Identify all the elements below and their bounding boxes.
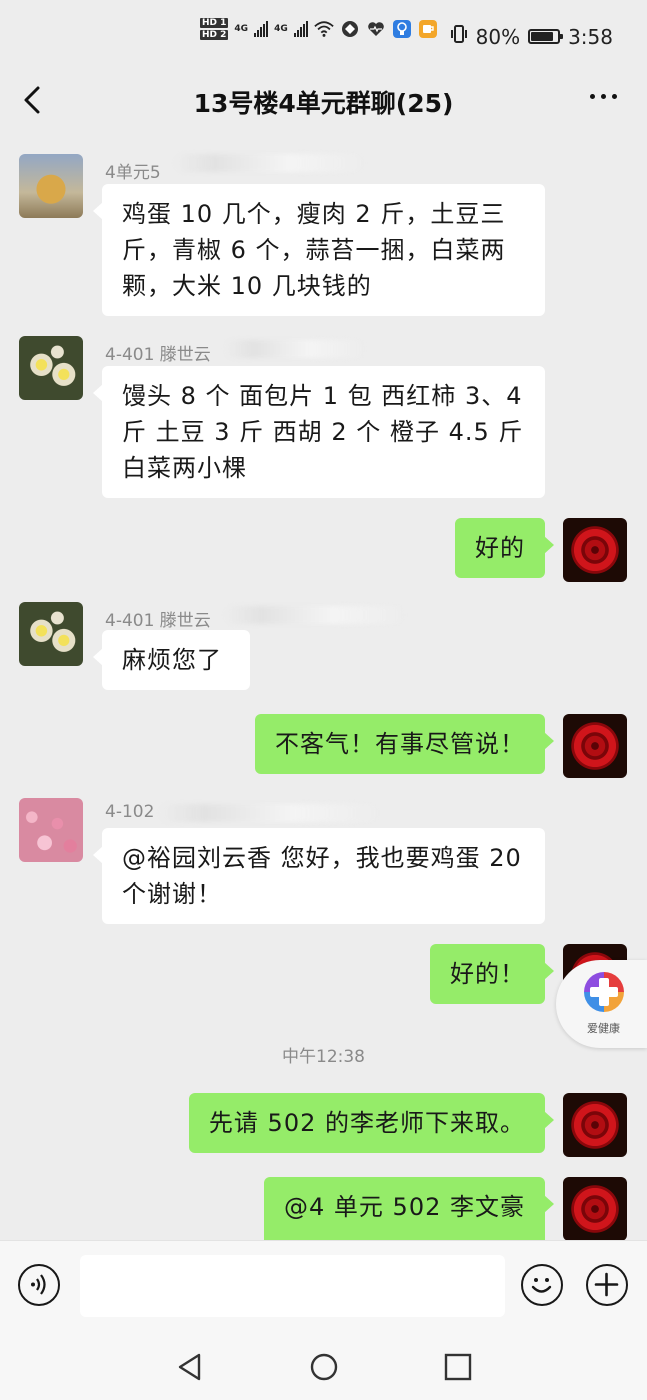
network-2-label: 4G <box>274 24 288 34</box>
sender-name: 4单元5 <box>105 163 161 183</box>
message-bubble[interactable]: 不客气！有事尽管说！ <box>255 714 554 774</box>
signal-2-icon <box>293 21 308 37</box>
nav-recents-icon <box>444 1353 472 1381</box>
nav-home-button[interactable] <box>309 1352 339 1382</box>
voice-button[interactable] <box>18 1264 60 1306</box>
more-dots-icon[interactable] <box>590 94 617 99</box>
hd-indicator: HD 1 HD 2 <box>200 18 229 40</box>
blurred-name <box>225 340 365 358</box>
clock: 3:58 <box>568 24 613 49</box>
avatar[interactable] <box>19 798 83 862</box>
hd2-label: HD 2 <box>200 30 229 40</box>
nav-back-button[interactable] <box>175 1352 205 1382</box>
message-input[interactable] <box>80 1255 505 1317</box>
message-bubble[interactable]: 麻烦您了 <box>93 630 250 690</box>
wifi-icon <box>314 19 334 39</box>
health-floating-button[interactable]: 爱健康 <box>556 960 647 1048</box>
status-bar: HD 1 HD 2 4G 4G 80% 3:58 <box>0 0 647 70</box>
avatar[interactable] <box>19 154 83 218</box>
message-bubble[interactable]: 好的 <box>455 518 554 578</box>
hd1-label: HD 1 <box>200 18 229 28</box>
app-notification-icon <box>340 19 360 39</box>
plus-icon <box>594 1272 619 1297</box>
message-bubble[interactable]: 鸡蛋 10 几个，瘦肉 2 斤，土豆三斤，青椒 6 个，蒜苔一捆，白菜两颗，大米… <box>93 184 545 316</box>
emoji-button[interactable] <box>521 1264 563 1306</box>
emoji-icon <box>531 1278 552 1293</box>
nav-recents-button[interactable] <box>443 1352 473 1382</box>
message-bubble[interactable]: @裕园刘云香 您好，我也要鸡蛋 20 个谢谢！ <box>93 828 545 924</box>
nav-back-icon <box>178 1353 201 1381</box>
blurred-name <box>160 804 380 822</box>
avatar[interactable] <box>563 1093 627 1157</box>
message-bubble[interactable]: 先请 502 的李老师下来取。 <box>188 1093 555 1153</box>
heart-icon <box>366 19 386 39</box>
sender-name: 4-401 滕世云 <box>105 345 211 365</box>
battery-icon <box>528 29 564 44</box>
health-badge-label: 爱健康 <box>587 1022 620 1035</box>
message-list[interactable]: 4单元5 鸡蛋 10 几个，瘦肉 2 斤，土豆三斤，青椒 6 个，蒜苔一捆，白菜… <box>0 140 647 1265</box>
nav-home-icon <box>310 1353 338 1381</box>
avatar[interactable] <box>19 336 83 400</box>
plus-button[interactable] <box>586 1264 628 1306</box>
health-cross-icon <box>584 972 624 1012</box>
avatar[interactable] <box>563 518 627 582</box>
sender-name: 4-401 滕世云 <box>105 611 211 631</box>
status-right: 80% 3:58 <box>450 24 613 49</box>
network-1-label: 4G <box>234 24 249 34</box>
avatar[interactable] <box>563 1177 627 1241</box>
status-left: HD 1 HD 2 4G 4G <box>200 18 438 40</box>
avatar[interactable] <box>19 602 83 666</box>
voice-icon <box>31 1274 46 1295</box>
cup-app-icon <box>418 19 438 39</box>
message-bubble[interactable]: 好的！ <box>430 944 554 1004</box>
blurred-name <box>175 154 365 172</box>
avatar[interactable] <box>563 714 627 778</box>
battery-percent: 80% <box>475 24 521 49</box>
input-bar <box>0 1240 647 1331</box>
message-bubble[interactable]: 馒头 8 个 面包片 1 包 西红柿 3、4 斤 土豆 3 斤 西胡 2 个 橙… <box>93 366 545 498</box>
bulb-app-icon <box>392 19 412 39</box>
blurred-name <box>225 606 405 624</box>
chat-title: 13号楼4单元群聊(25) <box>193 89 454 118</box>
system-nav-bar <box>0 1330 647 1400</box>
signal-1-icon <box>254 21 269 37</box>
chat-header: 13号楼4单元群聊(25) <box>0 70 647 130</box>
sender-name: 4-102 <box>105 802 155 822</box>
timestamp: 中午12:38 <box>282 1047 365 1067</box>
vibrate-icon <box>450 24 468 49</box>
